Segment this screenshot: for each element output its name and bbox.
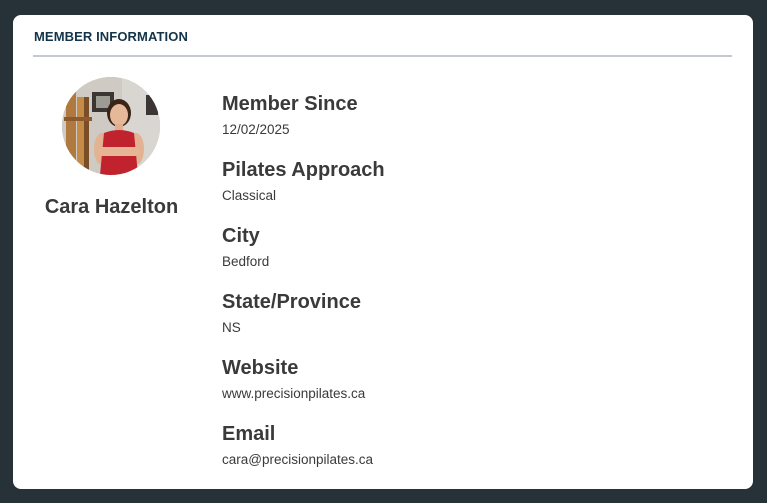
field-label: State/Province (222, 291, 361, 313)
field-label: Member Since (222, 93, 358, 115)
card-header: MEMBER INFORMATION (33, 15, 732, 57)
field-website: Website www.precisionpilates.ca (222, 356, 702, 422)
field-value: cara@precisionpilates.ca (222, 452, 374, 467)
member-avatar (62, 77, 160, 175)
field-label: Email (222, 423, 276, 445)
field-city: City Bedford (222, 224, 702, 290)
field-email: Email cara@precisionpilates.ca (222, 422, 702, 488)
member-information-card: MEMBER INFORMATION Cara Hazelton Member … (13, 15, 753, 489)
field-label: City (222, 225, 260, 247)
field-label: Pilates Approach (222, 159, 385, 181)
field-value: Bedford (222, 254, 270, 269)
card-title: MEMBER INFORMATION (34, 29, 188, 44)
field-label: Website (222, 357, 299, 379)
field-member-since: Member Since 12/02/2025 (222, 92, 702, 158)
member-photo-icon (62, 77, 160, 175)
member-details: Member Since 12/02/2025 Pilates Approach… (222, 92, 702, 488)
field-value: Classical (222, 188, 277, 203)
field-pilates-approach: Pilates Approach Classical (222, 158, 702, 224)
field-state-province: State/Province NS (222, 290, 702, 356)
field-value: 12/02/2025 (222, 122, 290, 137)
member-name: Cara Hazelton (44, 196, 179, 218)
field-value: www.precisionpilates.ca (222, 386, 366, 401)
field-value: NS (222, 320, 241, 335)
